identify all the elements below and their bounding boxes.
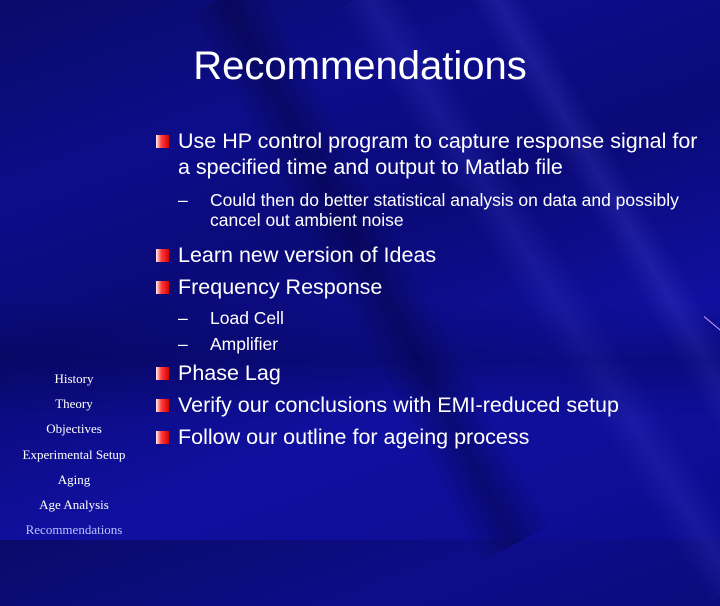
square-bullet-icon [156,281,169,294]
bullet-item: Learn new version of Ideas [150,242,710,268]
slide-title: Recommendations [193,44,527,88]
nav-link-experimental-setup[interactable]: Experimental Setup [0,442,148,467]
square-bullet-icon [156,249,169,262]
nav-link-objectives[interactable]: Objectives [0,416,148,441]
bullet-item: Verify our conclusions with EMI-reduced … [150,392,710,418]
square-bullet-icon [156,367,169,380]
nav-link-recommendations[interactable]: Recommendations [0,517,148,542]
dash-bullet-icon: – [178,308,188,328]
dash-bullet-icon: – [178,334,188,354]
square-bullet-icon [156,399,169,412]
nav-link-theory[interactable]: Theory [0,391,148,416]
slide-content: Use HP control program to capture respon… [150,128,710,450]
section-nav: History Theory Objectives Experimental S… [0,366,148,542]
bullet-item: Use HP control program to capture respon… [150,128,710,180]
bullet-item: Phase Lag [150,360,710,386]
dash-bullet-icon: – [178,190,188,210]
bullet-item: Follow our outline for ageing process [150,424,710,450]
nav-link-history[interactable]: History [0,366,148,391]
bullet-item: Frequency Response [150,274,710,300]
sub-bullet-item: – Load Cell [178,308,284,328]
nav-link-aging[interactable]: Aging [0,467,148,492]
square-bullet-icon [156,135,169,148]
square-bullet-icon [156,431,169,444]
nav-link-age-analysis[interactable]: Age Analysis [0,492,148,517]
sub-bullet-item: – Could then do better statistical analys… [178,190,679,230]
sub-bullet-item: – Amplifier [178,334,279,354]
